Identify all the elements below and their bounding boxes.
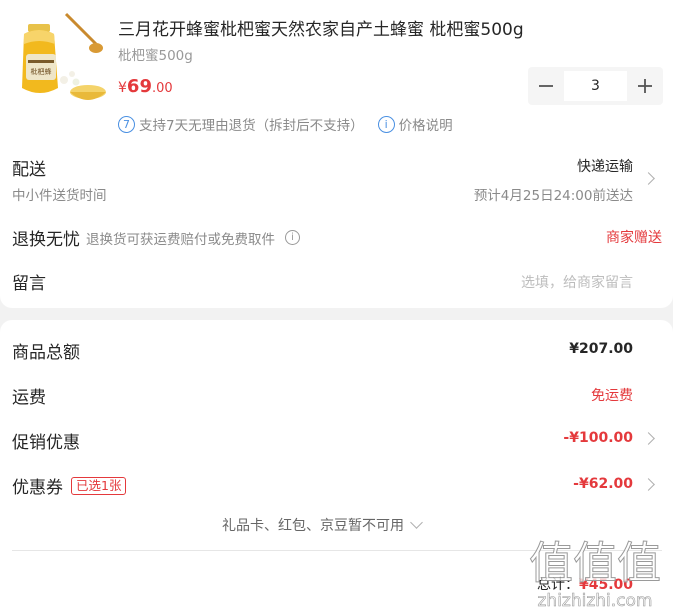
- quantity-stepper: 3: [528, 67, 663, 105]
- seven-day-icon: 7: [118, 115, 135, 133]
- svg-text:值值值: 值值值: [529, 538, 661, 589]
- price-decimal: .00: [151, 81, 173, 96]
- freight-value: 免运费: [591, 388, 633, 404]
- minus-icon: [539, 85, 553, 87]
- chevron-right-icon: [642, 432, 655, 445]
- delivery-sub: 中小件送货时间: [12, 188, 107, 204]
- return-worry-value: 商家赠送: [606, 230, 662, 246]
- delivery-eta: 预计4月25日24:00前送达: [473, 188, 633, 204]
- return-worry-label: 退换无忧: [12, 230, 80, 250]
- return-policy-text: 支持7天无理由退货（拆封后不支持）: [139, 118, 364, 134]
- goods-total-label: 商品总额: [12, 343, 80, 363]
- order-item-card: 枇杷蜂 三月花开蜂蜜枇杷蜜天然农家自产土蜂蜜 枇杷蜜500g 枇杷蜜500g ¥…: [0, 0, 673, 308]
- chevron-down-icon: [410, 515, 423, 529]
- product-price: ¥69.00: [118, 76, 173, 97]
- increase-quantity-button[interactable]: [627, 67, 663, 105]
- price-note-link[interactable]: 价格说明: [399, 114, 453, 134]
- product-title[interactable]: 三月花开蜂蜜枇杷蜜天然农家自产土蜂蜜 枇杷蜜500g: [118, 15, 524, 40]
- service-policy: 7 支持7天无理由退货（拆封后不支持） i 价格说明: [118, 114, 453, 134]
- chevron-right-icon: [642, 172, 655, 185]
- unavailable-note[interactable]: 礼品卡、红包、京豆暂不可用: [222, 515, 423, 535]
- product-spec: 枇杷蜜500g: [118, 48, 193, 64]
- price-integer: 69: [126, 76, 152, 97]
- coupon-selected-badge: 已选1张: [71, 476, 127, 495]
- promotion-label: 促销优惠: [12, 433, 80, 453]
- svg-text:zhizhizhi.com: zhizhizhi.com: [538, 591, 653, 611]
- freight-label: 运费: [12, 388, 46, 408]
- quantity-input[interactable]: 3: [564, 71, 627, 101]
- message-label: 留言: [12, 274, 46, 294]
- coupon-value: -¥62.00: [573, 476, 633, 492]
- unavailable-note-text: 礼品卡、红包、京豆暂不可用: [222, 518, 404, 534]
- watermark-logo: 值值值 zhizhizhi.com: [529, 538, 662, 612]
- return-worry-desc: 退换货可获运费赔付或免费取件: [86, 231, 275, 248]
- plus-icon: [638, 79, 652, 93]
- goods-total-value: ¥207.00: [569, 341, 633, 357]
- delivery-method: 快递运输: [577, 159, 633, 175]
- chevron-right-icon: [642, 478, 655, 491]
- decrease-quantity-button[interactable]: [528, 67, 564, 105]
- price-currency: ¥: [118, 80, 127, 96]
- delivery-label: 配送: [12, 160, 46, 180]
- info-icon: i: [377, 115, 395, 133]
- coupon-label: 优惠券: [12, 478, 63, 498]
- message-input[interactable]: 选填，给商家留言: [521, 272, 633, 292]
- product-image[interactable]: 枇杷蜂: [14, 8, 106, 106]
- promotion-value: -¥100.00: [563, 430, 633, 446]
- info-icon[interactable]: i: [285, 230, 300, 245]
- svg-text:枇杷蜂: 枇杷蜂: [31, 67, 52, 76]
